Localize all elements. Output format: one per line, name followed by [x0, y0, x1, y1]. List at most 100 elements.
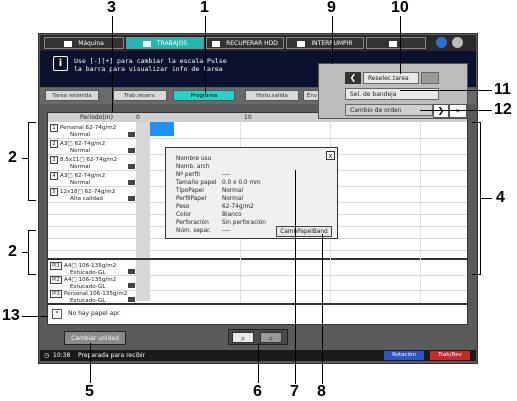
callout-11: 11 — [494, 81, 511, 98]
field-value: ---- — [222, 172, 231, 178]
callout-12: 12 — [494, 101, 512, 118]
field-label: Nomb. arch — [176, 164, 210, 170]
tick-10: 10 — [244, 114, 252, 121]
callout-line — [22, 158, 28, 159]
field-value: 62-74g/m2 — [222, 204, 254, 210]
callout-8: 8 — [317, 383, 326, 400]
tray-icon — [128, 269, 135, 274]
callout-line — [332, 16, 333, 64]
field-value: Sin perforación — [222, 220, 266, 226]
callout-5: 5 — [85, 383, 94, 400]
callout-1: 1 — [200, 0, 209, 16]
callout-bracket — [472, 274, 481, 275]
tray-icon — [128, 196, 135, 201]
hdd-icon — [212, 40, 221, 47]
callout-line — [258, 343, 259, 383]
tray-icon — [128, 148, 135, 153]
callout-bracket — [28, 200, 36, 201]
tray-icon — [128, 132, 135, 137]
callout-4: 4 — [496, 189, 505, 206]
callout-9: 9 — [327, 0, 336, 16]
tray-row-4[interactable]: 4 A3□ 62-74g/m2 Normal — [50, 172, 134, 188]
pi-row-3[interactable]: PI3 Personal 106-135g/m2 Estucado-GL — [50, 290, 134, 306]
field-value: Blanco — [222, 212, 242, 218]
field-label: PerfilPapel — [176, 196, 207, 202]
move-last-icon[interactable]: » — [449, 104, 467, 118]
tray-row-3[interactable]: 3 8.5x11□ 62-74g/m2 Normal — [50, 156, 134, 172]
tray-icon — [128, 164, 135, 169]
tab-schedule[interactable]: Programa — [173, 90, 235, 101]
clock-time: 10:38 — [53, 352, 71, 359]
change-unit-button[interactable]: Cambiar unidad — [64, 331, 126, 345]
job-review-badge[interactable]: Trab/Rev — [430, 351, 470, 360]
callout-line — [295, 170, 296, 384]
callout-7: 7 — [290, 383, 299, 400]
tray-icon — [128, 297, 135, 302]
no-paper-row: * No hay papel apr. — [52, 309, 121, 319]
callout-bracket — [28, 274, 36, 275]
callout-2: 2 — [8, 149, 17, 166]
callout-line — [322, 234, 323, 384]
next-disabled-button[interactable] — [421, 72, 439, 84]
interrupt-icon — [297, 40, 306, 47]
field-label: Tamaño papel — [176, 180, 217, 186]
field-value: 0.0 x 0.0 mm — [222, 180, 261, 186]
callout-line — [480, 198, 492, 199]
tab-jobs[interactable]: TRABAJOS — [126, 37, 204, 49]
machine-icon — [64, 40, 73, 47]
message-text: Use [-][+] para cambiar la escala Pulse … — [74, 57, 227, 73]
tray-row-2[interactable]: 2 A3□ 62-74g/m2 Normal — [50, 140, 134, 156]
callout-2b: 2 — [8, 243, 17, 260]
field-label: Nombre usu — [176, 156, 212, 162]
callout-6: 6 — [253, 383, 262, 400]
tab-interrupt[interactable]: INTERRUMPIR — [286, 37, 364, 49]
timeline-label: Periodo(m) — [80, 114, 113, 121]
top-tab-bar: Máquina TRABAJOS RECUPERAR HDD INTERRUMP… — [40, 35, 476, 51]
previous-arrow-icon[interactable]: ❮ — [345, 72, 361, 84]
field-label: Color — [176, 212, 192, 218]
job-bar[interactable] — [150, 122, 174, 136]
rotation-badge[interactable]: Rotación — [384, 351, 424, 360]
status-text: Preparada para recibir — [78, 352, 146, 359]
tab-output-history[interactable]: Histo.salida — [245, 90, 299, 101]
callout-bracket — [472, 122, 480, 123]
tab-held-jobs[interactable]: Tarea retenida — [45, 90, 99, 101]
info-icon: i — [53, 56, 68, 71]
tab-reserved-jobs[interactable]: Trab.reserv. — [113, 90, 167, 101]
globe-icon[interactable] — [436, 37, 447, 48]
callout-10: 10 — [391, 0, 409, 16]
callout-bracket — [28, 122, 36, 123]
field-label: Perforación — [176, 220, 209, 226]
grid-line — [420, 122, 421, 303]
callout-line — [22, 316, 48, 317]
callout-line — [90, 343, 91, 383]
help-icon[interactable] — [452, 37, 463, 48]
callout-bracket — [28, 230, 36, 231]
tray-icon — [128, 180, 135, 185]
field-label: Peso — [176, 204, 190, 210]
tray-row-5[interactable]: 5 12x18□ 62-74g/m2 Alta calidad — [50, 188, 134, 204]
field-label: TipoPapel — [176, 188, 204, 194]
callout-bracket — [28, 122, 29, 200]
no-paper-icon: * — [52, 309, 62, 319]
move-right-icon[interactable]: ❯ — [433, 104, 449, 118]
reselect-job-button[interactable]: Reselec.tarea — [363, 72, 419, 84]
field-value: ---- — [222, 228, 231, 234]
change-paper-tray-button[interactable]: CambPapelBand — [276, 226, 332, 237]
job-info-popup: x Nombre usu Nomb. arch Nº perfil ---- T… — [165, 147, 338, 239]
zoom-in-icon[interactable]: ⌕ — [260, 332, 282, 343]
callout-line — [112, 16, 113, 112]
section-divider — [48, 258, 467, 260]
tab-toner[interactable] — [366, 37, 426, 49]
tray-row-1[interactable]: 1 Personal 62-74g/m2 Normal — [50, 124, 134, 140]
callout-line — [420, 110, 492, 111]
toner-icon — [389, 40, 397, 47]
tab-hdd-recover[interactable]: RECUPERAR HDD — [206, 37, 284, 49]
jobs-icon — [142, 40, 151, 47]
callout-line — [400, 16, 401, 74]
tick-0: 0 — [136, 114, 140, 121]
close-icon[interactable]: x — [326, 151, 335, 160]
tray-icon — [128, 283, 135, 288]
callout-bracket — [28, 230, 29, 274]
zoom-out-icon[interactable]: ⌕ — [232, 332, 254, 343]
